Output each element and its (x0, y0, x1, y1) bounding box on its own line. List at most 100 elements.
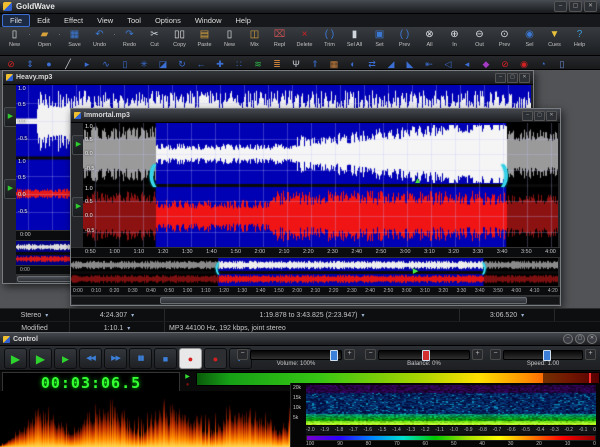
window-title-bar[interactable]: Immortal.mp3 – ▢ ✕ (71, 109, 560, 123)
close-icon[interactable]: ✕ (587, 334, 597, 344)
mix-button[interactable]: ◫Mix (242, 28, 267, 49)
effect-icon[interactable]: ⇄ (366, 54, 378, 72)
menu-view[interactable]: View (90, 15, 120, 26)
play-button[interactable]: ▶ (4, 348, 27, 369)
stop-button[interactable]: ■ (154, 348, 177, 369)
channel-mode-cell[interactable]: Stereo ▾ (0, 309, 70, 321)
close-icon[interactable]: ✕ (584, 1, 597, 12)
effect-icon[interactable]: ◣ (404, 54, 416, 72)
effect-icon[interactable]: ▦ (328, 54, 340, 72)
effect-icon[interactable]: ⇕ (24, 54, 36, 72)
selection-end-marker[interactable]: ) (501, 161, 509, 189)
effect-icon[interactable]: ▯ (556, 54, 568, 72)
effect-icon[interactable]: ● (43, 54, 55, 72)
speed-increase-button[interactable]: + (585, 349, 596, 360)
new-button[interactable]: ▯New (2, 28, 27, 49)
play-selection-button[interactable]: ▶ (29, 348, 52, 369)
effect-icon[interactable]: ◆ (480, 54, 492, 72)
control-title-bar[interactable]: Control – ▢ ✕ (0, 333, 600, 346)
horizontal-scrollbar[interactable] (71, 296, 560, 305)
effect-icon[interactable]: ⊘ (5, 54, 17, 72)
minimize-icon[interactable]: – (563, 334, 573, 344)
select-all-button[interactable]: ▮Sel All (342, 28, 367, 49)
trim-button[interactable]: ( )Trim (317, 28, 342, 49)
effect-icon[interactable]: ⇤ (423, 54, 435, 72)
effect-icon[interactable]: ◐ (347, 54, 359, 72)
effect-icon[interactable]: ← (195, 54, 207, 72)
balance-decrease-button[interactable]: − (365, 349, 376, 360)
fast-forward-button[interactable]: ▶▶ (104, 348, 127, 369)
minimize-icon[interactable]: – (554, 1, 567, 12)
menu-options[interactable]: Options (148, 15, 188, 26)
menu-window[interactable]: Window (188, 15, 229, 26)
set-selection-button[interactable]: ▣Set (367, 28, 392, 49)
zoom-out-button[interactable]: ⊖Out (467, 28, 492, 49)
speed-decrease-button[interactable]: − (490, 349, 501, 360)
scrollbar-thumb[interactable] (160, 297, 527, 304)
speed-thumb[interactable] (543, 350, 551, 361)
selection-end-marker[interactable]: ) (482, 260, 486, 275)
total-length-cell[interactable]: 4:24.307 ▾ (70, 309, 165, 321)
balance-increase-button[interactable]: + (472, 349, 483, 360)
effect-icon[interactable]: ◔ (537, 54, 549, 72)
close-icon[interactable]: ✕ (546, 111, 557, 121)
volume-thumb[interactable] (330, 350, 338, 361)
replace-button[interactable]: ⌧Repl (267, 28, 292, 49)
marker-position-cell[interactable]: 3:06.520 ▾ (460, 309, 555, 321)
effect-icon[interactable]: ✳ (138, 54, 150, 72)
selection-range-cell[interactable]: 1:19.878 to 3:43.825 (2:23.947) ▾ (165, 309, 460, 321)
volume-increase-button[interactable]: + (344, 349, 355, 360)
zoom-all-button[interactable]: ⊗All (417, 28, 442, 49)
paste-button[interactable]: ▤Paste (192, 28, 217, 49)
maximize-icon[interactable]: ▢ (575, 334, 585, 344)
effect-icon[interactable]: ⊘ (499, 54, 511, 72)
effect-icon[interactable]: ≋ (252, 54, 264, 72)
cues-button[interactable]: ▼Cues (542, 28, 567, 49)
menu-help[interactable]: Help (229, 15, 258, 26)
balance-thumb[interactable] (422, 350, 430, 361)
zoom-in-button[interactable]: ⊕In (442, 28, 467, 49)
previous-selection-button[interactable]: ( )Prev (392, 28, 417, 49)
effect-icon[interactable]: ◁ (442, 54, 454, 72)
help-button[interactable]: ?Help (567, 28, 592, 49)
window-title-bar[interactable]: Heavy.mp3 – ▢ ✕ (3, 71, 533, 85)
close-icon[interactable]: ✕ (519, 73, 530, 83)
overview-area[interactable]: ( ) ▶ (71, 258, 558, 286)
record-selection-button[interactable]: ● (204, 348, 227, 369)
effect-icon[interactable]: ◢ (385, 54, 397, 72)
redo-button[interactable]: ↷Redo (117, 28, 142, 49)
undo-button[interactable]: ↶Undo (87, 28, 112, 49)
effect-icon[interactable]: ⇑ (309, 54, 321, 72)
volume-track[interactable] (250, 350, 342, 360)
menu-tool[interactable]: Tool (120, 15, 148, 26)
play-intro-button[interactable]: ▶ (54, 348, 77, 369)
maximize-icon[interactable]: ▢ (569, 1, 582, 12)
effect-icon[interactable]: ✚ (214, 54, 226, 72)
effect-icon[interactable]: ∷ (233, 54, 245, 72)
waveform-area[interactable]: 1.0 0.5 0.0 -0.5 1.0 0.5 0.0 -0.5 ( ) ▲ (83, 123, 558, 247)
copy-button[interactable]: ▯▯Copy (167, 28, 192, 49)
record-button[interactable]: ● (179, 348, 202, 369)
effect-icon[interactable]: ◉ (518, 54, 530, 72)
menu-edit[interactable]: Edit (30, 15, 57, 26)
maximize-icon[interactable]: ▢ (507, 73, 518, 83)
selection-start-marker[interactable]: ( (215, 260, 219, 275)
minimize-icon[interactable]: – (522, 111, 533, 121)
effect-icon[interactable]: ↻ (176, 54, 188, 72)
paste-new-button[interactable]: ▯New (217, 28, 242, 49)
delete-button[interactable]: ×Delete (292, 28, 317, 49)
effect-icon[interactable]: ▸ (81, 54, 93, 72)
volume-decrease-button[interactable]: − (237, 349, 248, 360)
sound-window-immortal[interactable]: Immortal.mp3 – ▢ ✕ ▶ ▶ 1.0 0.5 0.0 -0.5 (70, 108, 561, 306)
minimize-icon[interactable]: – (495, 73, 506, 83)
open-button[interactable]: ▰Open (32, 28, 57, 49)
effect-icon[interactable]: Ψ (290, 54, 302, 72)
effect-icon[interactable]: ≣ (271, 54, 283, 72)
zoom-selection-button[interactable]: ◉Sel (517, 28, 542, 49)
effect-icon[interactable]: ▯ (119, 54, 131, 72)
menu-effect[interactable]: Effect (57, 15, 90, 26)
maximize-icon[interactable]: ▢ (534, 111, 545, 121)
speed-track[interactable] (503, 350, 583, 360)
save-button[interactable]: ▦Save (62, 28, 87, 49)
effect-icon[interactable]: ◂ (461, 54, 473, 72)
